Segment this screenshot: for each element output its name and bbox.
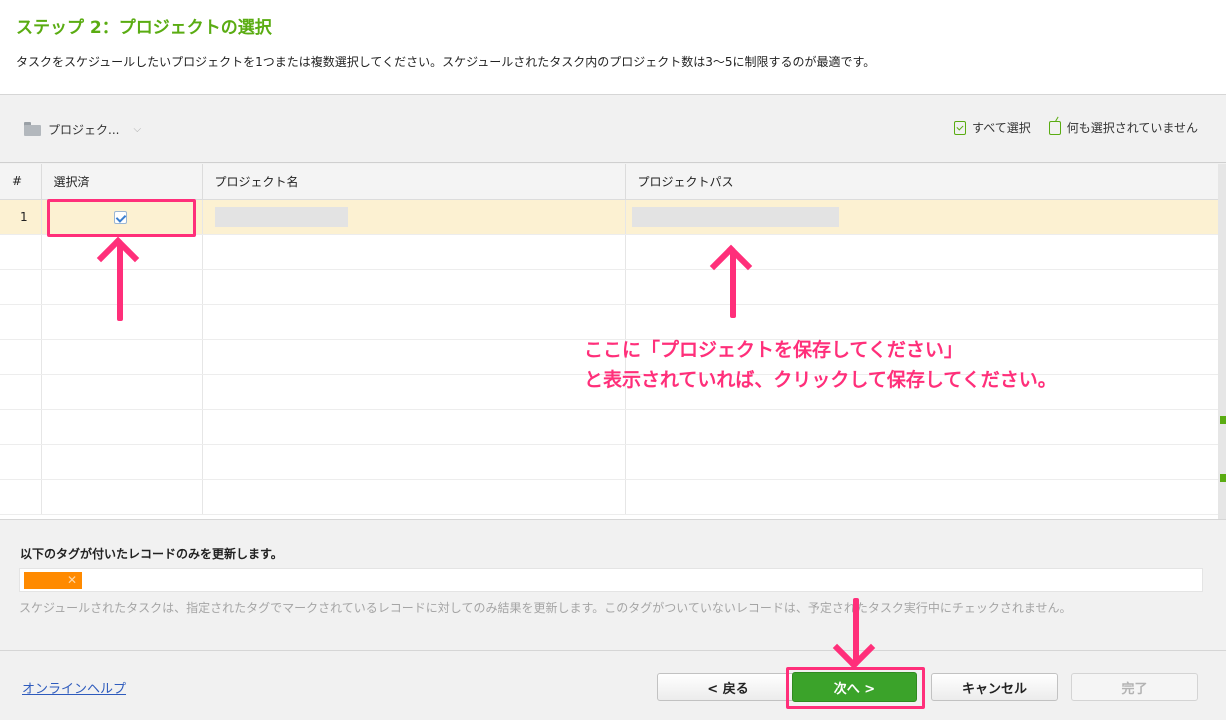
finish-button[interactable]: 完了 [1071,673,1198,701]
remove-tag-icon[interactable]: ✕ [67,572,77,589]
select-none-button[interactable]: 何も選択されていません [1048,119,1198,136]
folder-icon [24,122,42,136]
row-project-path [625,199,1218,235]
column-header-selected[interactable]: 選択済 [41,164,203,200]
scroll-marker [1220,474,1226,482]
scrollbar[interactable] [1218,164,1226,519]
row-number: 1 [0,199,42,235]
row-project-name [202,199,626,235]
empty-row [0,409,1218,445]
project-toolbar: プロジェク... ⌵ すべて選択 何も選択されていません [0,95,1226,163]
select-none-label: 何も選択されていません [1066,121,1198,135]
column-header-project-name[interactable]: プロジェクト名 [202,164,626,200]
column-header-project-path[interactable]: プロジェクトパス [625,164,1218,200]
tag-input[interactable]: ✕ [19,568,1203,592]
step-header: ステップ 2：プロジェクトの選択 タスクをスケジュールしたいプロジェクトを1つま… [0,0,1226,95]
project-dropdown[interactable]: プロジェク... ⌵ [24,119,141,139]
annotation-line-1: ここに「プロジェクトを保存してください」 [584,339,963,361]
online-help-link[interactable]: オンラインヘルプ [22,678,126,697]
empty-row [0,234,1218,270]
select-none-icon [1048,120,1061,135]
column-header-number[interactable]: # [0,164,42,200]
cancel-button[interactable]: キャンセル [931,673,1058,701]
select-all-button[interactable]: すべて選択 [954,119,1031,136]
back-button[interactable]: < 戻る [657,673,799,701]
empty-row [0,479,1218,515]
annotation-line-2: と表示されていれば、クリックして保存してください。 [584,369,1057,391]
redacted-project-name [214,206,348,227]
tag-note: スケジュールされたタスクは、指定されたタグでマークされているレコードに対してのみ… [19,601,1072,615]
empty-row [0,269,1218,305]
step-description: タスクをスケジュールしたいプロジェクトを1つまたは複数選択してください。スケジュ… [16,55,876,69]
arrow-down-icon [853,598,859,664]
scroll-marker [1220,416,1226,424]
redacted-project-path [631,206,839,227]
next-button-highlight [786,667,925,709]
arrow-up-icon [117,242,123,321]
checkbox-highlight [47,199,196,237]
select-all-icon [954,120,967,135]
empty-row [0,444,1218,480]
arrow-up-icon [730,250,736,318]
grid-header-row: # 選択済 プロジェクト名 プロジェクトパス [0,164,1218,200]
tag-section-title: 以下のタグが付いたレコードのみを更新します。 [20,547,283,561]
page-title: ステップ 2：プロジェクトの選択 [16,18,272,38]
chevron-down-icon: ⌵ [133,123,142,135]
tag-filter-section: 以下のタグが付いたレコードのみを更新します。 ✕ スケジュールされたタスクは、指… [0,519,1226,651]
select-all-label: すべて選択 [972,121,1031,135]
project-dropdown-label: プロジェク... [48,122,120,137]
wizard-footer: オンラインヘルプ < 戻る 次へ > キャンセル 完了 [0,651,1226,720]
empty-row [0,304,1218,340]
annotation-text: ここに「プロジェクトを保存してください」 と表示されていれば、クリックして保存し… [584,335,1057,395]
tag-chip[interactable]: ✕ [24,572,82,589]
